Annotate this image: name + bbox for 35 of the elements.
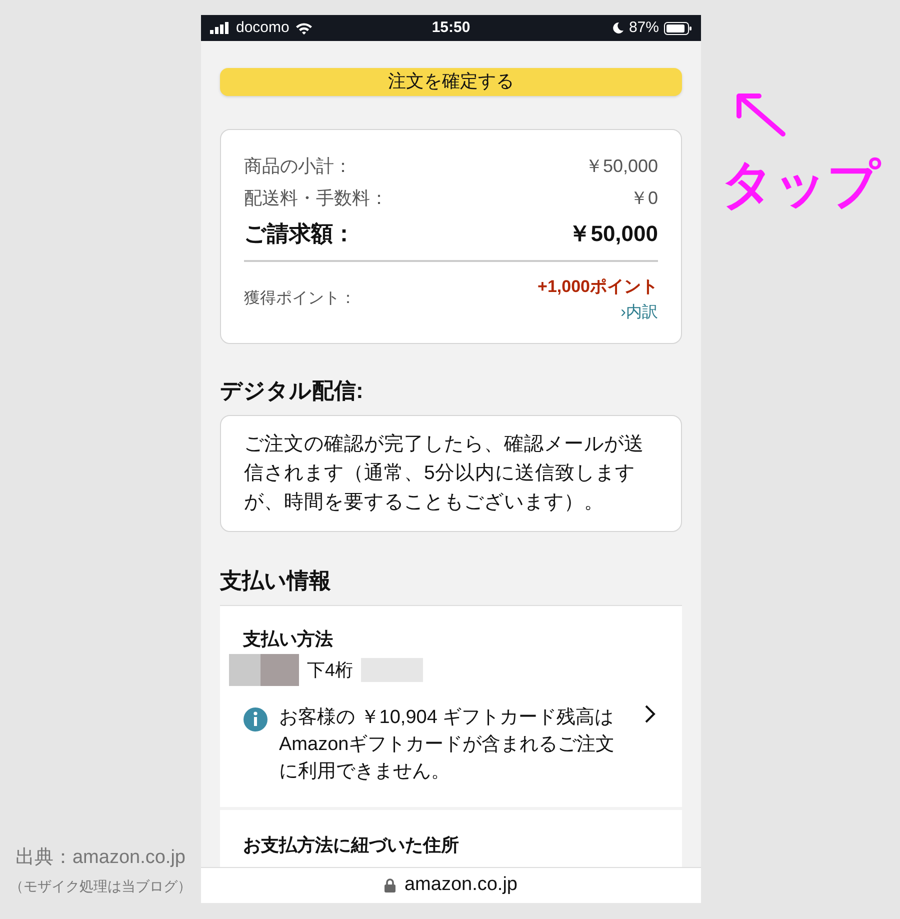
source-credit: 出典：amazon.co.jp xyxy=(15,846,186,870)
summary-label: 配送料・手数料： xyxy=(244,186,388,210)
signal-icon xyxy=(210,22,230,34)
card-digits: 下4桁 xyxy=(307,658,354,682)
section-heading: デジタル配信: xyxy=(220,377,364,405)
summary-value: ￥0 xyxy=(630,186,658,210)
wifi-icon xyxy=(295,22,314,34)
points-value: +1,000ポイント xyxy=(538,276,658,298)
summary-label: 商品の小計： xyxy=(244,154,352,178)
lock-icon xyxy=(384,878,396,893)
section-heading: 支払い情報 xyxy=(220,567,332,595)
place-order-button[interactable]: 注文を確定する xyxy=(220,68,682,96)
total-value: ￥50,000 xyxy=(568,220,658,248)
mosaic xyxy=(229,654,299,686)
moon-icon xyxy=(612,22,624,34)
url-text: amazon.co.jp xyxy=(404,873,518,898)
mosaic xyxy=(361,658,424,682)
chevron-right-icon xyxy=(644,704,656,724)
total-label: ご請求額： xyxy=(244,220,355,248)
payment-method-panel[interactable]: 支払い方法 下4桁 お客様の ￥10,904 ギフトカード残高はAmazonギフトカードが含まれるご注文に利用できません。 xyxy=(220,605,682,807)
info-icon xyxy=(243,707,268,732)
delivery-notice: ご注文の確認が完了したら、確認メールが送信されます（通常、5分以内に送信致しますが、時間を要することもございます）。 xyxy=(244,432,645,515)
tap-annotation: タップ xyxy=(721,155,880,216)
summary-value: ￥50,000 xyxy=(584,154,658,178)
carrier-name: docomo xyxy=(236,18,290,38)
address-title: お支払方法に紐づいた住所 xyxy=(243,834,460,857)
breakdown-link[interactable]: ›内訳 xyxy=(620,301,658,325)
battery-icon xyxy=(664,22,692,34)
credit-note: （モザイク処理は当ブログ） xyxy=(10,877,192,896)
address-panel[interactable]: お支払方法に紐づいた住所 xyxy=(220,810,682,867)
points-label: 獲得ポイント： xyxy=(244,289,356,310)
gift-card-notice: お客様の ￥10,904 ギフトカード残高はAmazonギフトカードが含まれるご注文に利用できません。 xyxy=(279,706,616,784)
method-title: 支払い方法 xyxy=(243,628,334,651)
clock: 15:50 xyxy=(432,18,470,38)
battery-percent: 87% xyxy=(628,18,659,38)
